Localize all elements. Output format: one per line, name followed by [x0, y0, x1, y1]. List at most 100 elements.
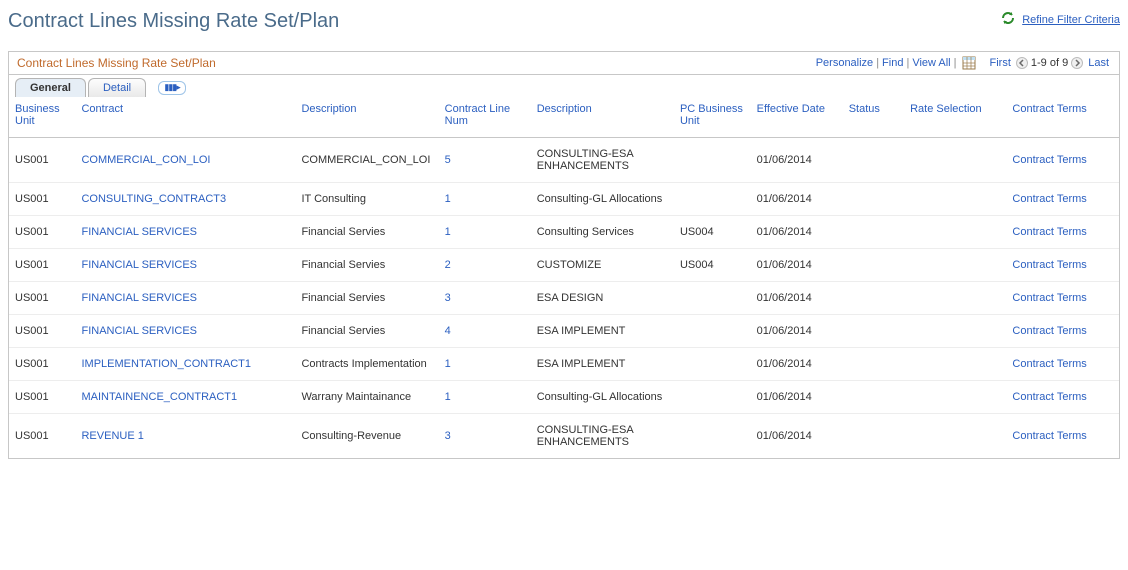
- cell-contract-terms-link[interactable]: Contract Terms: [1006, 216, 1119, 249]
- col-contract-line-num[interactable]: Contract Line Num: [439, 97, 531, 138]
- cell-status: [843, 414, 904, 459]
- table-row: US001COMMERCIAL_CON_LOICOMMERCIAL_CON_LO…: [9, 138, 1119, 183]
- tab-general[interactable]: General: [15, 78, 86, 97]
- cell-pc-business-unit: [674, 315, 751, 348]
- last-link[interactable]: Last: [1088, 57, 1109, 69]
- cell-business-unit: US001: [9, 216, 75, 249]
- prev-icon[interactable]: [1015, 56, 1029, 70]
- cell-contract-terms-link[interactable]: Contract Terms: [1006, 138, 1119, 183]
- grid-nav: First 1-9 of 9 Last: [988, 56, 1112, 70]
- col-description-2[interactable]: Description: [531, 97, 674, 138]
- personalize-link[interactable]: Personalize: [816, 57, 873, 69]
- cell-description-2: CONSULTING-ESA ENHANCEMENTS: [531, 414, 674, 459]
- grid-title: Contract Lines Missing Rate Set/Plan: [17, 56, 216, 70]
- cell-contract-link[interactable]: CONSULTING_CONTRACT3: [75, 183, 295, 216]
- tab-detail[interactable]: Detail: [88, 78, 146, 97]
- cell-status: [843, 138, 904, 183]
- find-link[interactable]: Find: [882, 57, 903, 69]
- col-rate-selection[interactable]: Rate Selection: [904, 97, 1006, 138]
- next-icon[interactable]: [1070, 56, 1084, 70]
- cell-description-1: Financial Servies: [295, 216, 438, 249]
- cell-contract-terms-link[interactable]: Contract Terms: [1006, 282, 1119, 315]
- cell-contract-terms-link[interactable]: Contract Terms: [1006, 348, 1119, 381]
- col-contract[interactable]: Contract: [75, 97, 295, 138]
- cell-status: [843, 249, 904, 282]
- cell-effective-date: 01/06/2014: [751, 381, 843, 414]
- cell-rate-selection: [904, 282, 1006, 315]
- cell-line-num-link[interactable]: 5: [439, 138, 531, 183]
- first-link[interactable]: First: [990, 57, 1011, 69]
- table-row: US001IMPLEMENTATION_CONTRACT1Contracts I…: [9, 348, 1119, 381]
- show-all-columns-icon[interactable]: ▮▮▮▸: [158, 81, 186, 95]
- cell-description-2: Consulting-GL Allocations: [531, 381, 674, 414]
- download-icon[interactable]: [962, 56, 976, 70]
- cell-description-1: Consulting-Revenue: [295, 414, 438, 459]
- results-grid: Contract Lines Missing Rate Set/Plan Per…: [8, 51, 1120, 459]
- refresh-icon[interactable]: [1000, 10, 1016, 29]
- cell-description-1: Financial Servies: [295, 315, 438, 348]
- cell-line-num-link[interactable]: 4: [439, 315, 531, 348]
- refine-filter-link[interactable]: Refine Filter Criteria: [1022, 14, 1120, 26]
- cell-contract-link[interactable]: FINANCIAL SERVICES: [75, 216, 295, 249]
- cell-line-num-link[interactable]: 1: [439, 381, 531, 414]
- cell-business-unit: US001: [9, 315, 75, 348]
- cell-status: [843, 282, 904, 315]
- cell-contract-terms-link[interactable]: Contract Terms: [1006, 381, 1119, 414]
- cell-rate-selection: [904, 348, 1006, 381]
- cell-business-unit: US001: [9, 414, 75, 459]
- cell-pc-business-unit: [674, 414, 751, 459]
- cell-effective-date: 01/06/2014: [751, 138, 843, 183]
- col-contract-terms[interactable]: Contract Terms: [1006, 97, 1119, 138]
- cell-description-2: Consulting Services: [531, 216, 674, 249]
- cell-line-num-link[interactable]: 2: [439, 249, 531, 282]
- cell-business-unit: US001: [9, 183, 75, 216]
- col-business-unit[interactable]: Business Unit: [9, 97, 75, 138]
- table-row: US001REVENUE 1Consulting-Revenue3CONSULT…: [9, 414, 1119, 459]
- cell-line-num-link[interactable]: 1: [439, 348, 531, 381]
- column-header-row: Business Unit Contract Description Contr…: [9, 97, 1119, 138]
- cell-description-1: Warrany Maintainance: [295, 381, 438, 414]
- cell-contract-terms-link[interactable]: Contract Terms: [1006, 315, 1119, 348]
- cell-pc-business-unit: [674, 282, 751, 315]
- cell-business-unit: US001: [9, 381, 75, 414]
- cell-business-unit: US001: [9, 348, 75, 381]
- table-row: US001CONSULTING_CONTRACT3IT Consulting1C…: [9, 183, 1119, 216]
- cell-line-num-link[interactable]: 1: [439, 183, 531, 216]
- cell-description-1: Financial Servies: [295, 249, 438, 282]
- cell-pc-business-unit: [674, 138, 751, 183]
- cell-contract-link[interactable]: COMMERCIAL_CON_LOI: [75, 138, 295, 183]
- table-row: US001FINANCIAL SERVICESFinancial Servies…: [9, 282, 1119, 315]
- cell-contract-link[interactable]: FINANCIAL SERVICES: [75, 282, 295, 315]
- cell-contract-terms-link[interactable]: Contract Terms: [1006, 414, 1119, 459]
- cell-rate-selection: [904, 381, 1006, 414]
- cell-contract-terms-link[interactable]: Contract Terms: [1006, 249, 1119, 282]
- col-description-1[interactable]: Description: [295, 97, 438, 138]
- view-all-link[interactable]: View All: [912, 57, 950, 69]
- cell-contract-terms-link[interactable]: Contract Terms: [1006, 183, 1119, 216]
- table-row: US001FINANCIAL SERVICESFinancial Servies…: [9, 315, 1119, 348]
- cell-business-unit: US001: [9, 282, 75, 315]
- cell-description-2: ESA IMPLEMENT: [531, 348, 674, 381]
- cell-business-unit: US001: [9, 249, 75, 282]
- cell-effective-date: 01/06/2014: [751, 249, 843, 282]
- col-pc-business-unit[interactable]: PC Business Unit: [674, 97, 751, 138]
- cell-line-num-link[interactable]: 1: [439, 216, 531, 249]
- col-effective-date[interactable]: Effective Date: [751, 97, 843, 138]
- cell-description-2: CONSULTING-ESA ENHANCEMENTS: [531, 138, 674, 183]
- cell-description-2: CUSTOMIZE: [531, 249, 674, 282]
- cell-pc-business-unit: [674, 348, 751, 381]
- col-status[interactable]: Status: [843, 97, 904, 138]
- cell-line-num-link[interactable]: 3: [439, 282, 531, 315]
- cell-status: [843, 381, 904, 414]
- row-range: 1-9 of 9: [1031, 57, 1068, 69]
- separator: |: [906, 57, 909, 69]
- cell-contract-link[interactable]: FINANCIAL SERVICES: [75, 315, 295, 348]
- cell-line-num-link[interactable]: 3: [439, 414, 531, 459]
- cell-contract-link[interactable]: MAINTAINENCE_CONTRACT1: [75, 381, 295, 414]
- table-row: US001MAINTAINENCE_CONTRACT1Warrany Maint…: [9, 381, 1119, 414]
- cell-contract-link[interactable]: FINANCIAL SERVICES: [75, 249, 295, 282]
- cell-description-2: ESA DESIGN: [531, 282, 674, 315]
- cell-contract-link[interactable]: IMPLEMENTATION_CONTRACT1: [75, 348, 295, 381]
- cell-contract-link[interactable]: REVENUE 1: [75, 414, 295, 459]
- cell-description-2: ESA IMPLEMENT: [531, 315, 674, 348]
